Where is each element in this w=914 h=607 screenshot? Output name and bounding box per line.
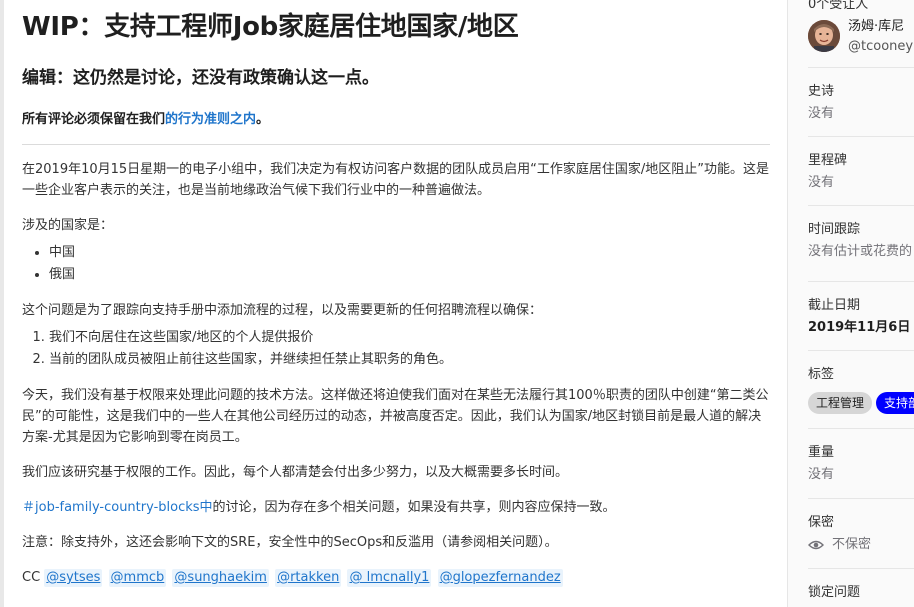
lock-issue-title: 锁定问题 (808, 585, 861, 600)
assignees-count: 0个受让人 (808, 0, 869, 12)
divider (808, 568, 914, 569)
avatar[interactable] (808, 20, 840, 52)
user-mention[interactable]: @ lmcnally1 (347, 569, 432, 587)
time-tracking-value: 没有估计或花费的 (808, 244, 913, 259)
confidentiality-section[interactable]: 保密 不保密 (808, 514, 914, 554)
description-paragraph-2: 涉及的国家是： (22, 218, 114, 233)
code-of-conduct-notice: 所有评论必须保留在我们的行为准则之内。 (22, 108, 772, 127)
code-of-conduct-link[interactable]: 的行为准则之内 (165, 112, 256, 127)
due-date-section[interactable]: 截止日期 2019年11月6日 (808, 297, 914, 337)
description-paragraph-6: ＃job-family-country-blocks中的讨论，因为存在多个相关问… (22, 497, 772, 518)
divider (808, 498, 914, 499)
time-tracking-title: 时间跟踪 (808, 222, 861, 237)
epic-section[interactable]: 史诗 没有 (808, 83, 914, 123)
time-tracking-section[interactable]: 时间跟踪 没有估计或花费的 (808, 221, 914, 261)
paragraph-6-rest: 的讨论，因为存在多个相关问题，如果没有共享，则内容应保持一致。 (212, 500, 616, 515)
list-item: 中国 (49, 242, 772, 264)
description-paragraph-4: 今天，我们没有基于权限来处理此问题的技术方法。这样做还将迫使我们面对在某些无法履… (22, 388, 769, 445)
labels-section[interactable]: 标签 工程管理支持部 (808, 366, 914, 414)
label-chip[interactable]: 支持部 (876, 392, 914, 414)
user-mention[interactable]: @sunghaekim (172, 569, 269, 587)
epic-title: 史诗 (808, 84, 835, 99)
cc-line: CC @sytses @mmcb @sunghaekim @rtakken @ … (22, 567, 772, 589)
divider (808, 350, 914, 351)
labels-list: 工程管理支持部 (808, 392, 914, 414)
issue-title: WIP：支持工程师Job家庭居住地国家/地区 (22, 12, 519, 42)
list-item: 当前的团队成员被阻止前往这些国家，并继续担任禁止其职务的角色。 (49, 349, 772, 371)
due-date-value: 2019年11月6日 (808, 320, 911, 335)
divider (808, 205, 914, 206)
assignee-info[interactable]: 汤姆·库尼 @tcooney (848, 18, 914, 56)
issue-edit-note: 编辑：这仍然是讨论，还没有政策确认这一点。 (22, 68, 379, 88)
channel-link[interactable]: ＃job-family-country-blocks中 (22, 500, 213, 515)
description-paragraph-3: 这个问题是为了跟踪向支持手册中添加流程的过程，以及需要更新的任何招聘流程以确保： (22, 303, 543, 318)
user-mention[interactable]: @glopezfernandez (437, 569, 563, 587)
list-item: 俄国 (49, 264, 772, 286)
avatar-image (808, 20, 840, 52)
weight-section[interactable]: 重量 没有 (808, 444, 914, 484)
list-item: 我们不向居住在这些国家/地区的个人提供报价 (49, 327, 772, 349)
divider (808, 281, 914, 282)
assignee-name[interactable]: 汤姆·库尼 (848, 18, 914, 36)
divider (22, 144, 770, 145)
divider (808, 136, 914, 137)
user-mention[interactable]: @sytses (44, 569, 103, 587)
lock-issue-section[interactable]: 锁定问题 (808, 584, 914, 602)
left-border (0, 0, 4, 607)
issue-sidebar: 0个受让人 汤姆·库尼 @tcooney 史诗 没有 里程碑 没有 时间跟踪 没… (787, 0, 914, 607)
weight-value: 没有 (808, 467, 835, 482)
cc-label: CC (22, 570, 41, 585)
milestone-value: 没有 (808, 175, 835, 190)
notice-suffix: 。 (256, 112, 270, 127)
description-paragraph-5: 我们应该研究基于权限的工作。因此，每个人都清楚会付出多少努力，以及大概需要多长时… (22, 465, 569, 480)
divider (808, 428, 914, 429)
divider (808, 67, 914, 68)
eye-icon (808, 540, 824, 550)
description-paragraph-7: 注意：除支持外，这还会影响下文的SRE，安全性中的SecOps和反滥用（请参阅相… (22, 535, 558, 550)
user-mention[interactable]: @mmcb (108, 569, 167, 587)
issue-page: WIP：支持工程师Job家庭居住地国家/地区 编辑：这仍然是讨论，还没有政策确认… (0, 0, 914, 607)
issue-content: WIP：支持工程师Job家庭居住地国家/地区 编辑：这仍然是讨论，还没有政策确认… (22, 0, 772, 607)
assignee-handle[interactable]: @tcooney (848, 38, 914, 56)
country-list: 中国 俄国 (22, 242, 772, 286)
labels-title: 标签 (808, 367, 835, 382)
milestone-title: 里程碑 (808, 153, 848, 168)
milestone-section[interactable]: 里程碑 没有 (808, 152, 914, 192)
due-date-title: 截止日期 (808, 298, 861, 313)
epic-value: 没有 (808, 106, 835, 121)
requirements-list: 我们不向居住在这些国家/地区的个人提供报价 当前的团队成员被阻止前往这些国家，并… (22, 327, 772, 371)
notice-prefix: 所有评论必须保留在我们 (22, 112, 166, 127)
confidentiality-value: 不保密 (832, 537, 872, 552)
user-mention[interactable]: @rtakken (275, 569, 342, 587)
weight-title: 重量 (808, 445, 835, 460)
label-chip[interactable]: 工程管理 (808, 392, 873, 414)
description-paragraph-1: 在2019年10月15日星期一的电子小组中，我们决定为有权访问客户数据的团队成员… (22, 162, 770, 198)
confidentiality-title: 保密 (808, 515, 835, 530)
